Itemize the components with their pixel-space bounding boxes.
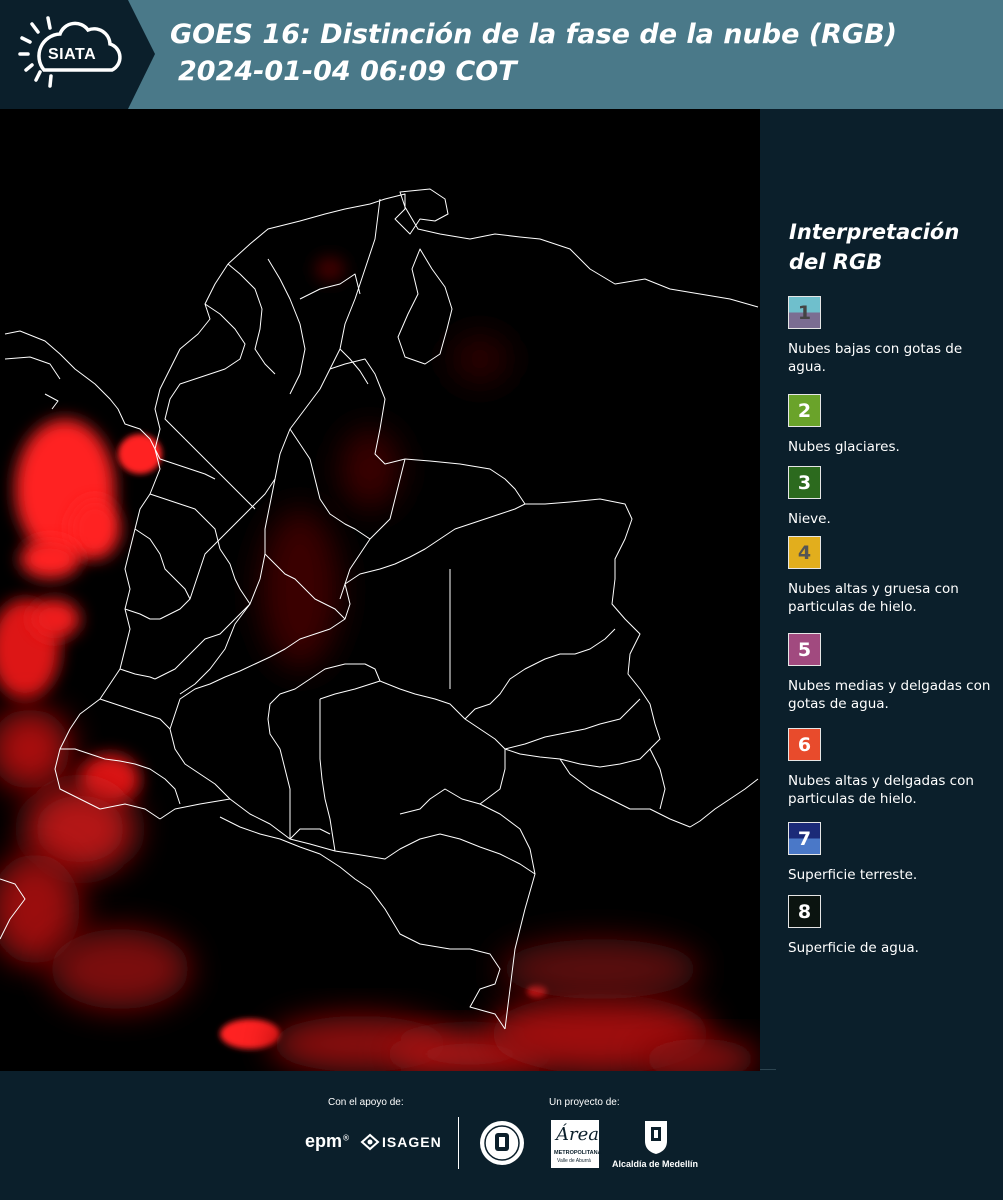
support-label: Con el apoyo de: <box>328 1097 404 1108</box>
header-bar: SIATA GOES 16: Distinción de la fase de … <box>0 0 1003 109</box>
legend-label: Nieve. <box>788 511 831 527</box>
legend-swatch: 2 <box>788 394 821 427</box>
legend-label: Nubes medias y delgadas con gotas de agu… <box>788 678 991 712</box>
alcaldia-logo: Alcaldía de Medellín <box>610 1119 702 1171</box>
epm-logo: epm® <box>305 1131 351 1151</box>
siata-logo: SIATA <box>0 0 155 109</box>
legend-item: 8 Superficie de agua. <box>788 895 993 957</box>
map-background <box>0 109 760 1071</box>
area-metropolitana-logo: Área METROPOLITANA Valle de Aburrá <box>551 1120 602 1168</box>
legend-item: 6 Nubes altas y delgadas con particulas d… <box>788 728 993 808</box>
area-logo-sub2: Valle de Aburrá <box>557 1158 591 1164</box>
legend-item: 3 Nieve. <box>788 466 993 528</box>
project-label: Un proyecto de: <box>549 1097 620 1108</box>
legend-swatch: 3 <box>788 466 821 499</box>
legend-swatch-number: 3 <box>797 471 812 494</box>
area-logo-text: Área <box>556 1124 599 1145</box>
legend-label: Nubes bajas con gotas de agua. <box>788 341 963 375</box>
epm-logo-text: epm <box>305 1131 343 1151</box>
satellite-map-image <box>0 109 760 1071</box>
isagen-mark-icon <box>360 1133 380 1151</box>
legend-swatch-number: 7 <box>797 827 812 850</box>
legend-item: 2 Nubes glaciares. <box>788 394 993 456</box>
legend-swatch-number: 5 <box>797 638 812 661</box>
legend-swatch: 1 <box>788 296 821 329</box>
legend-swatch-number: 6 <box>797 733 812 756</box>
isagen-logo-text: ISAGEN <box>382 1134 442 1150</box>
legend-item: 4 Nubes altas y gruesa con particulas de … <box>788 536 993 616</box>
legend-swatch-number: 2 <box>797 399 812 422</box>
seal-icon <box>480 1121 524 1165</box>
legend-swatch: 4 <box>788 536 821 569</box>
legend-item: 5 Nubes medias y delgadas con gotas de ag… <box>788 633 993 713</box>
medellin-seal-logo <box>478 1119 526 1171</box>
legend-label: Nubes glaciares. <box>788 439 900 455</box>
title-line-2: 2024-01-04 06:09 COT <box>178 56 517 87</box>
alcaldia-logo-text: Alcaldía de Medellín <box>612 1159 699 1169</box>
legend-label: Superficie terreste. <box>788 867 918 883</box>
legend-swatch-number: 8 <box>797 900 812 923</box>
legend-item: 7 Superficie terreste. <box>788 822 993 884</box>
legend-title-line-2: del RGB <box>789 250 883 274</box>
alcaldia-shield-icon <box>645 1121 667 1154</box>
legend-panel: Interpretación del RGB 1 Nubes bajas con … <box>760 109 1003 1071</box>
legend-title-line-1: Interpretación <box>789 220 960 244</box>
footer: Con el apoyo de: Un proyecto de: epm® IS… <box>0 1069 1003 1200</box>
title-line-1: GOES 16: Distinción de la fase de la nub… <box>170 19 897 50</box>
legend-swatch-number: 1 <box>797 301 812 324</box>
legend-swatch-number: 4 <box>797 541 812 564</box>
legend-swatch: 8 <box>788 895 821 928</box>
legend-item: 1 Nubes bajas con gotas de agua. <box>788 296 993 376</box>
footer-divider <box>458 1117 459 1169</box>
logo-text: SIATA <box>48 46 97 63</box>
page-title: GOES 16: Distinción de la fase de la nub… <box>170 16 897 90</box>
legend-label: Superficie de agua. <box>788 940 919 956</box>
satellite-map <box>0 109 760 1071</box>
legend-swatch: 7 <box>788 822 821 855</box>
legend-label: Nubes altas y delgadas con particulas de… <box>788 773 974 807</box>
area-logo-sub1: METROPOLITANA <box>554 1150 602 1156</box>
legend-label: Nubes altas y gruesa con particulas de h… <box>788 581 959 615</box>
legend-swatch: 6 <box>788 728 821 761</box>
legend-swatch: 5 <box>788 633 821 666</box>
legend-title: Interpretación del RGB <box>789 217 959 277</box>
